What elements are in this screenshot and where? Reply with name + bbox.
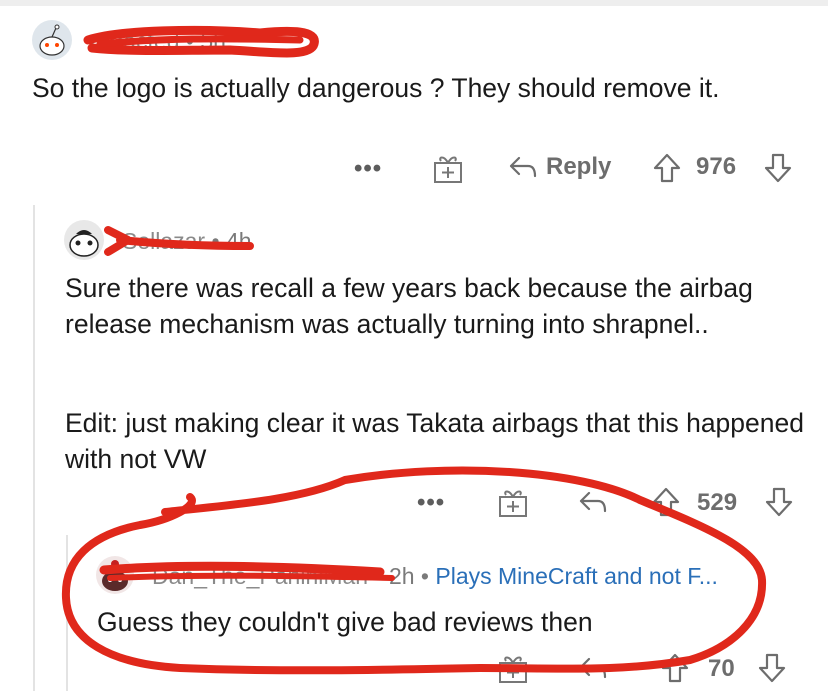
vote-count: 70: [708, 655, 735, 682]
avatar[interactable]: [32, 20, 72, 60]
upvote-icon[interactable]: [652, 152, 682, 184]
comment-meta: redacted • 5h: [90, 28, 226, 55]
top-divider: [0, 0, 828, 6]
snoo-avatar-icon: [69, 230, 99, 257]
user-flair: Plays MineCraft and not F...: [435, 563, 718, 589]
reply-arrow-icon: [509, 156, 537, 178]
comment-age: 5h: [200, 28, 226, 54]
avatar[interactable]: [64, 220, 104, 260]
snoo-avatar-icon: [39, 24, 65, 56]
reply-label: Reply: [546, 153, 612, 180]
username[interactable]: redacted: [90, 28, 180, 54]
username[interactable]: Sellazar: [122, 228, 205, 254]
downvote-icon[interactable]: [764, 486, 794, 518]
more-options-button[interactable]: •••: [417, 489, 445, 517]
more-options-button[interactable]: •••: [417, 656, 445, 684]
comment-meta: Sellazar • 4h: [122, 228, 252, 255]
reply-button[interactable]: Reply: [508, 153, 611, 181]
snoo-avatar-icon: [102, 560, 128, 591]
downvote-icon[interactable]: [763, 152, 793, 184]
gift-award-icon[interactable]: [432, 152, 464, 184]
comment-body: So the logo is actually dangerous ? They…: [32, 73, 720, 103]
comment-body: Sure there was recall a few years back b…: [65, 273, 753, 339]
comment-edit-text: Edit: just making clear it was Takata ai…: [65, 408, 804, 474]
separator: •: [420, 563, 429, 589]
gift-award-icon[interactable]: [497, 486, 529, 518]
thread-line[interactable]: [33, 205, 35, 691]
reply-arrow-icon[interactable]: [578, 655, 608, 681]
comment-meta: Dan_The_PaniniMan • 2h • Plays MineCraft…: [152, 563, 718, 590]
comment-age: 2h: [388, 563, 415, 589]
vote-count: 529: [697, 489, 738, 516]
username[interactable]: Dan_The_PaniniMan: [152, 563, 368, 589]
more-options-button[interactable]: •••: [354, 155, 382, 183]
comment-age: 4h: [225, 228, 252, 254]
downvote-icon[interactable]: [757, 652, 787, 684]
upvote-icon[interactable]: [660, 652, 690, 684]
avatar[interactable]: [96, 556, 134, 594]
gift-award-icon[interactable]: [497, 652, 529, 684]
separator: •: [185, 28, 194, 54]
reply-arrow-icon[interactable]: [578, 489, 608, 515]
separator: •: [211, 228, 220, 254]
thread-line[interactable]: [66, 535, 68, 691]
separator: •: [374, 563, 383, 589]
upvote-icon[interactable]: [651, 486, 681, 518]
comment-body: Guess they couldn't give bad reviews the…: [97, 607, 593, 637]
vote-count: 976: [696, 153, 737, 180]
